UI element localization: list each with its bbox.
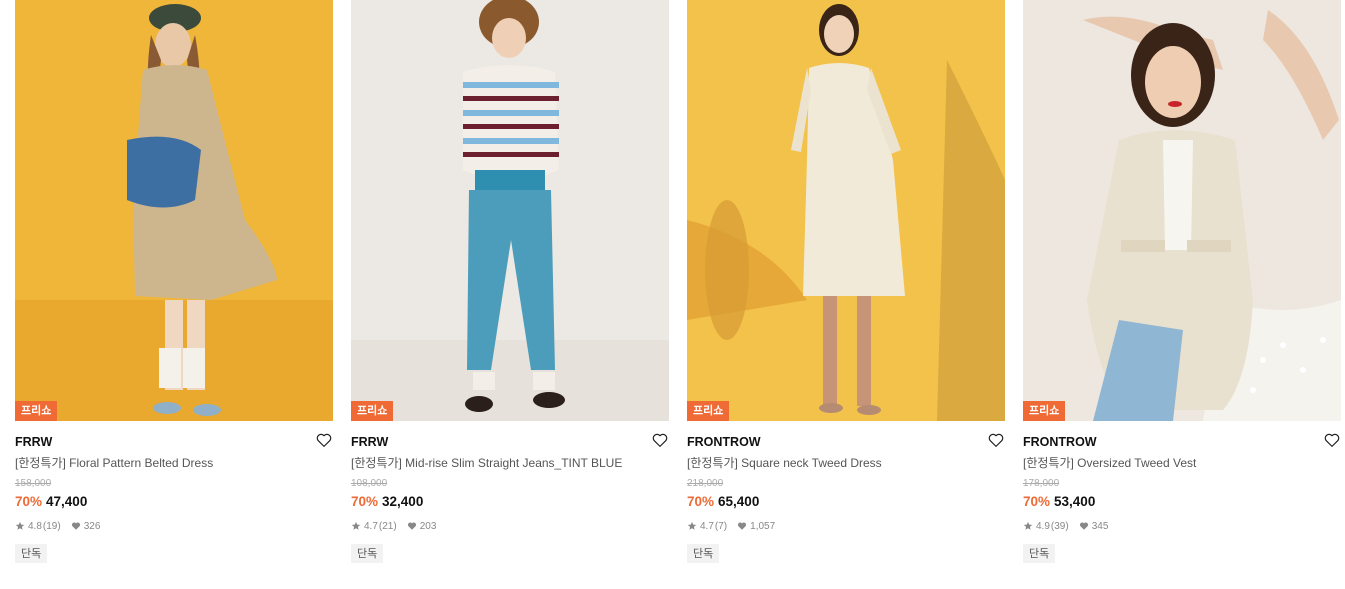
likes-count: 203 — [419, 520, 437, 532]
product-image[interactable]: 프리쇼 — [1023, 0, 1341, 421]
product-photo — [351, 0, 669, 421]
price-row: 70% 47,400 — [15, 492, 333, 511]
product-photo — [1023, 0, 1341, 421]
wishlist-heart-icon[interactable] — [651, 431, 669, 449]
rating-value: 4.7 — [364, 520, 378, 532]
likes-count: 345 — [1091, 520, 1109, 532]
brand-name[interactable]: FRRW — [15, 435, 52, 449]
sale-price: 32,400 — [382, 494, 424, 509]
discount-rate: 70% — [687, 494, 715, 509]
rating-value: 4.8 — [28, 520, 42, 532]
heart-filled-icon — [71, 521, 81, 531]
heart-filled-icon — [407, 521, 417, 531]
review-meta: 4.9 (39) 345 — [1023, 519, 1341, 533]
original-price: 108,000 — [351, 478, 388, 489]
exclusive-tag: 단독 — [15, 544, 48, 563]
product-card[interactable]: 프리쇼 FRONTROW [한정특가] Square neck Tweed Dr… — [687, 0, 1005, 589]
original-price: 158,000 — [15, 478, 52, 489]
heart-filled-icon — [737, 521, 747, 531]
review-meta: 4.7 (7) 1,057 — [687, 519, 1005, 533]
review-meta: 4.7 (21) 203 — [351, 519, 669, 533]
brand-name[interactable]: FRRW — [351, 435, 388, 449]
product-photo — [687, 0, 1005, 421]
star-icon — [351, 521, 361, 531]
wishlist-heart-icon[interactable] — [987, 431, 1005, 449]
exclusive-tag: 단독 — [351, 544, 384, 563]
wishlist-heart-icon[interactable] — [315, 431, 333, 449]
product-title[interactable]: [한정특가] Floral Pattern Belted Dress — [15, 455, 333, 471]
brand-row: FRRW — [15, 431, 333, 451]
preshow-badge: 프리쇼 — [15, 401, 58, 421]
price-row: 70% 32,400 — [351, 492, 669, 511]
sale-price: 47,400 — [46, 494, 88, 509]
brand-row: FRONTROW — [1023, 431, 1341, 451]
star-icon — [1023, 521, 1033, 531]
product-card[interactable]: 프리쇼 FRRW [한정특가] Mid-rise Slim Straight J… — [351, 0, 669, 589]
product-image[interactable]: 프리쇼 — [351, 0, 669, 421]
star-icon — [687, 521, 697, 531]
star-icon — [15, 521, 25, 531]
original-price: 218,000 — [687, 478, 724, 489]
price-row: 70% 53,400 — [1023, 492, 1341, 511]
heart-filled-icon — [1079, 521, 1089, 531]
rating-value: 4.7 — [700, 520, 714, 532]
product-title[interactable]: [한정특가] Mid-rise Slim Straight Jeans_TINT… — [351, 455, 669, 471]
review-count: (19) — [42, 520, 61, 532]
discount-rate: 70% — [1023, 494, 1051, 509]
likes-count: 326 — [83, 520, 101, 532]
review-count: (21) — [378, 520, 397, 532]
preshow-badge: 프리쇼 — [351, 401, 394, 421]
rating-value: 4.9 — [1036, 520, 1050, 532]
product-title[interactable]: [한정특가] Square neck Tweed Dress — [687, 455, 1005, 471]
product-grid: 프리쇼 FRRW [한정특가] Floral Pattern Belted Dr… — [15, 0, 1341, 589]
brand-row: FRRW — [351, 431, 669, 451]
review-count: (7) — [714, 520, 728, 532]
likes: 203 — [407, 520, 437, 532]
product-title[interactable]: [한정특가] Oversized Tweed Vest — [1023, 455, 1341, 471]
discount-rate: 70% — [15, 494, 43, 509]
brand-name[interactable]: FRONTROW — [687, 435, 761, 449]
preshow-badge: 프리쇼 — [1023, 401, 1066, 421]
likes: 326 — [71, 520, 101, 532]
discount-rate: 70% — [351, 494, 379, 509]
brand-row: FRONTROW — [687, 431, 1005, 451]
original-price: 178,000 — [1023, 478, 1060, 489]
exclusive-tag: 단독 — [687, 544, 720, 563]
product-card[interactable]: 프리쇼 FRONTROW [한정특가] Oversized Tweed Vest… — [1023, 0, 1341, 589]
product-image[interactable]: 프리쇼 — [15, 0, 333, 421]
product-photo — [15, 0, 333, 421]
price-row: 70% 65,400 — [687, 492, 1005, 511]
exclusive-tag: 단독 — [1023, 544, 1056, 563]
product-image[interactable]: 프리쇼 — [687, 0, 1005, 421]
likes-count: 1,057 — [750, 520, 776, 532]
sale-price: 65,400 — [718, 494, 760, 509]
review-count: (39) — [1050, 520, 1069, 532]
likes: 1,057 — [737, 521, 775, 532]
product-card[interactable]: 프리쇼 FRRW [한정특가] Floral Pattern Belted Dr… — [15, 0, 333, 589]
preshow-badge: 프리쇼 — [687, 401, 730, 421]
wishlist-heart-icon[interactable] — [1323, 431, 1341, 449]
likes: 345 — [1079, 520, 1109, 532]
sale-price: 53,400 — [1054, 494, 1096, 509]
brand-name[interactable]: FRONTROW — [1023, 435, 1097, 449]
review-meta: 4.8 (19) 326 — [15, 519, 333, 533]
